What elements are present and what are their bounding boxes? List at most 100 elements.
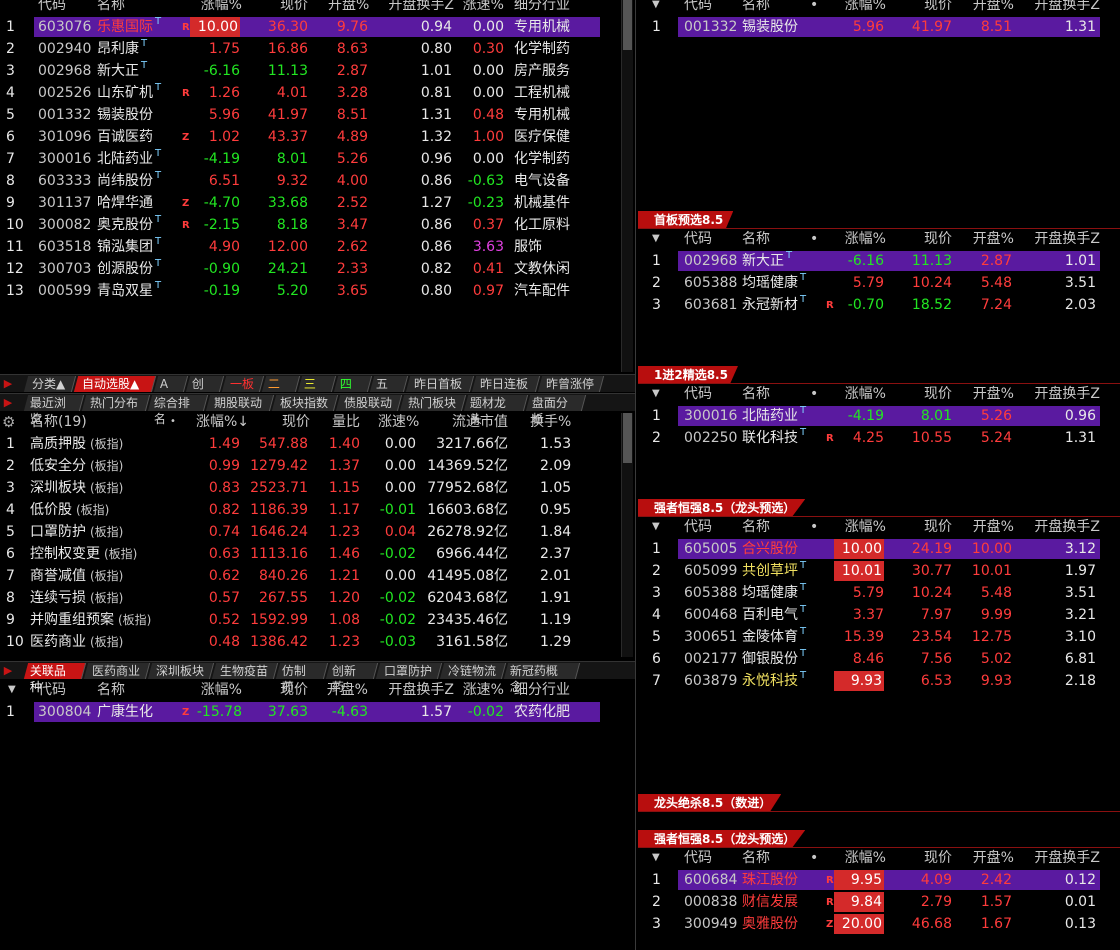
table-row[interactable]: 1 603076 乐惠国际 T R 10.00 36.30 9.76 0.94 0.00 专用机械 bbox=[0, 16, 620, 38]
table-row[interactable]: 12 300703 创源股份 T -0.90 24.21 2.33 0.82 0.41 文教休闲 bbox=[0, 258, 620, 280]
column-header[interactable]: 涨幅% bbox=[830, 383, 886, 405]
table-row[interactable]: 10 医药商业 (板指) 0.48 1386.42 1.23 -0.03 3161.58亿 1.… bbox=[0, 631, 620, 653]
table-row[interactable]: 7 商誉减值 (板指) 0.62 840.26 1.21 0.00 41495.08亿 2.01 bbox=[0, 565, 620, 587]
table-row[interactable]: 2 低安全分 (板指) 0.99 1279.42 1.37 0.00 14369.52亿 2.0… bbox=[0, 455, 620, 477]
column-header[interactable]: 换手% bbox=[530, 411, 571, 433]
tab-5[interactable]: 创新药 bbox=[325, 663, 379, 694]
column-header[interactable]: 现价 bbox=[262, 679, 308, 701]
table-row[interactable]: 6 002177 御银股份 T 8.46 7.56 5.02 6.81 bbox=[636, 648, 1120, 670]
column-header[interactable]: 开盘换手Z bbox=[1022, 0, 1100, 16]
column-header[interactable]: 涨幅% bbox=[830, 228, 886, 250]
column-header[interactable]: 开盘% bbox=[318, 679, 368, 701]
column-header[interactable]: 名称 bbox=[742, 516, 802, 538]
column-header[interactable]: 名称 bbox=[742, 0, 802, 16]
tab-3[interactable]: 创业 bbox=[185, 376, 225, 407]
tab-1[interactable]: 自动选股▲ bbox=[73, 376, 157, 392]
column-header[interactable]: 涨幅% bbox=[830, 0, 886, 16]
tab-1[interactable]: 热门分布 bbox=[81, 395, 151, 411]
column-header[interactable]: • bbox=[810, 228, 820, 250]
column-header[interactable]: 名称 bbox=[97, 0, 177, 16]
column-header[interactable]: 涨幅%↓ bbox=[196, 411, 260, 433]
table-row[interactable]: 13 000599 青岛双星 T -0.19 5.20 3.65 0.80 0.97 汽车配件 bbox=[0, 280, 620, 302]
column-header[interactable]: 涨速% bbox=[378, 411, 419, 433]
column-header[interactable]: 名称 bbox=[97, 679, 177, 701]
table-row[interactable]: 11 603518 锦泓集团 T 4.90 12.00 2.62 0.86 3.63 服饰 bbox=[0, 236, 620, 258]
column-header[interactable]: 开盘换手Z bbox=[1022, 516, 1100, 538]
column-header[interactable]: • bbox=[810, 516, 820, 538]
tab-4[interactable]: 板块指数 bbox=[271, 395, 339, 411]
tab-8[interactable]: 新冠药概念 bbox=[503, 663, 581, 694]
table-row[interactable]: 1 300016 北陆药业 T -4.19 8.01 5.26 0.96 bbox=[636, 405, 1120, 427]
tab-0[interactable]: 最近浏览 bbox=[23, 395, 85, 426]
column-header[interactable]: 开盘换手Z bbox=[378, 679, 454, 701]
column-header[interactable]: • bbox=[810, 847, 820, 869]
scrollbar-thumb[interactable] bbox=[623, 0, 632, 50]
table-row[interactable]: 5 300651 金陵体育 T 15.39 23.54 12.75 3.10 bbox=[636, 626, 1120, 648]
tab-scroll-left-icon[interactable]: ▶ bbox=[0, 663, 16, 679]
column-header[interactable]: 现价 bbox=[912, 516, 952, 538]
section-title[interactable]: 强者恒强8.5（龙头预选） bbox=[638, 499, 806, 517]
column-header[interactable]: 开盘% bbox=[966, 847, 1014, 869]
table-row[interactable]: 2 605099 共创草坪 T 10.01 30.77 10.01 1.97 bbox=[636, 560, 1120, 582]
tab-7[interactable]: 题材龙头 bbox=[463, 395, 529, 426]
column-header[interactable]: 代码 bbox=[38, 679, 98, 701]
table-row[interactable]: 7 300016 北陆药业 T -4.19 8.01 5.26 0.96 0.00 化学制药 bbox=[0, 148, 620, 170]
column-header[interactable]: 涨幅% bbox=[190, 679, 242, 701]
tab-2[interactable]: A股 bbox=[153, 376, 189, 407]
section-title[interactable]: 1进2精选8.5 bbox=[638, 366, 738, 384]
table-row[interactable]: 2 002940 昂利康 T 1.75 16.86 8.63 0.80 0.30 化学制药 bbox=[0, 38, 620, 60]
dropdown-caret-icon[interactable]: ▼ bbox=[652, 383, 660, 405]
tab-6[interactable]: 三板 bbox=[297, 376, 337, 407]
column-header[interactable]: 开盘换手Z bbox=[1022, 847, 1100, 869]
table-row[interactable]: 9 301137 哈焊华通 Z -4.70 33.68 2.52 1.27 -0.23 机械基件 bbox=[0, 192, 620, 214]
tab-4[interactable]: 一板 bbox=[221, 376, 265, 392]
column-header[interactable]: 代码 bbox=[684, 516, 744, 538]
section-title[interactable]: 强者恒强8.5（龙头预选） bbox=[638, 830, 806, 848]
table-row[interactable]: 1 605005 合兴股份 10.00 24.19 10.00 3.12 bbox=[636, 538, 1120, 560]
table-row[interactable]: 1 300804 广康生化 Z -15.78 37.63 -4.63 1.57 -0.02 农药化… bbox=[0, 701, 620, 723]
dropdown-caret-icon[interactable]: ▼ bbox=[652, 516, 660, 538]
table-row[interactable]: 5 001332 锡装股份 5.96 41.97 8.51 1.31 0.48 专用机械 bbox=[0, 104, 620, 126]
column-header[interactable]: 涨幅% bbox=[190, 0, 242, 16]
table-row[interactable]: 2 000838 财信发展 R 9.84 2.79 1.57 0.01 bbox=[636, 891, 1120, 913]
column-header[interactable]: 名称 bbox=[742, 383, 802, 405]
table-row[interactable]: 3 605388 均瑶健康 T 5.79 10.24 5.48 3.51 bbox=[636, 582, 1120, 604]
column-header[interactable]: 涨幅% bbox=[830, 516, 886, 538]
table-row[interactable]: 3 002968 新大正 T -6.16 11.13 2.87 1.01 0.00 房产服务 bbox=[0, 60, 620, 82]
tab-0[interactable]: 关联品种 bbox=[23, 663, 87, 694]
table-row[interactable]: 3 603681 永冠新材 T R -0.70 18.52 7.24 2.03 bbox=[636, 294, 1120, 316]
dropdown-caret-icon[interactable]: ▼ bbox=[652, 228, 660, 250]
column-header[interactable]: 现价 bbox=[912, 847, 952, 869]
table-row[interactable]: 5 口罩防护 (板指) 0.74 1646.24 1.23 0.04 26278.92亿 1.8… bbox=[0, 521, 620, 543]
tab-scroll-left-icon[interactable]: ▶ bbox=[0, 376, 16, 392]
tab-0[interactable]: 分类▲ bbox=[23, 376, 77, 392]
column-header[interactable]: 流通市值 bbox=[448, 411, 508, 433]
column-header[interactable]: 代码 bbox=[684, 847, 744, 869]
table-row[interactable]: 4 低价股 (板指) 0.82 1186.39 1.17 -0.01 16603.68亿 0.9… bbox=[0, 499, 620, 521]
table-row[interactable]: 1 高质押股 (板指) 1.49 547.88 1.40 0.00 3217.66亿 1.53 bbox=[0, 433, 620, 455]
table-row[interactable]: 1 002968 新大正 T -6.16 11.13 2.87 1.01 bbox=[636, 250, 1120, 272]
column-header[interactable]: 开盘% bbox=[966, 228, 1014, 250]
tab-11[interactable]: 昨曾涨停 bbox=[537, 376, 605, 392]
tab-6[interactable]: 口罩防护 bbox=[375, 663, 443, 679]
column-header[interactable]: 代码 bbox=[684, 383, 744, 405]
column-header[interactable]: 细分行业 bbox=[514, 0, 594, 16]
column-header[interactable]: 涨幅% bbox=[830, 847, 886, 869]
tab-1[interactable]: 医药商业 bbox=[83, 663, 151, 679]
column-header[interactable]: 现价 bbox=[912, 228, 952, 250]
tab-8[interactable]: 盘面分析 bbox=[525, 395, 587, 426]
column-header[interactable]: 开盘换手Z bbox=[1022, 383, 1100, 405]
tab-3[interactable]: 期股联动 bbox=[205, 395, 275, 411]
table-row[interactable]: 2 002250 联化科技 T R 4.25 10.55 5.24 1.31 bbox=[636, 427, 1120, 449]
dropdown-caret-icon[interactable]: ▼ bbox=[652, 847, 660, 869]
tab-4[interactable]: 仿制药 bbox=[275, 663, 329, 694]
tab-2[interactable]: 深圳板块 bbox=[147, 663, 215, 679]
column-header[interactable]: 名称 bbox=[742, 847, 802, 869]
column-header[interactable]: 现价 bbox=[270, 411, 310, 433]
table-row[interactable]: 1 600684 珠江股份 R 9.95 4.09 2.42 0.12 bbox=[636, 869, 1120, 891]
column-header[interactable]: 代码 bbox=[38, 0, 98, 16]
column-header[interactable]: 开盘换手Z bbox=[378, 0, 454, 16]
table-row[interactable]: 3 深圳板块 (板指) 0.83 2523.71 1.15 0.00 77952.68亿 1.0… bbox=[0, 477, 620, 499]
table-row[interactable]: 9 并购重组预案 (板指) 0.52 1592.99 1.08 -0.02 23435.46亿… bbox=[0, 609, 620, 631]
tab-7[interactable]: 冷链物流 bbox=[439, 663, 507, 679]
